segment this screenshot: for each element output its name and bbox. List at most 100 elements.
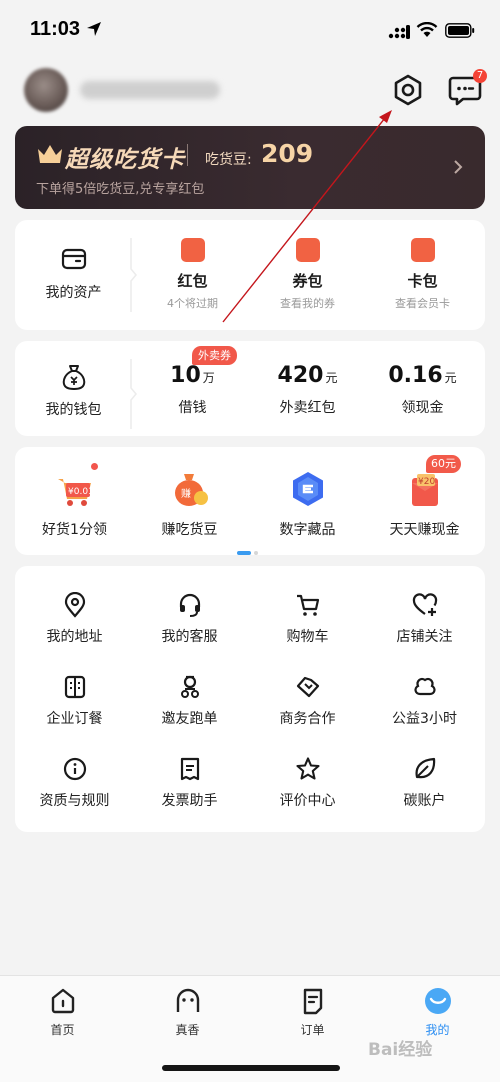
tab-orders[interactable]: 订单: [250, 986, 375, 1038]
home-indicator: [162, 1065, 340, 1071]
coupon-entry[interactable]: 券包 查看我的券: [250, 238, 365, 311]
loan-label: 借钱: [178, 400, 207, 416]
card-pack-entry[interactable]: 卡包 查看会员卡: [365, 238, 480, 311]
promo-tag: 60元: [426, 455, 461, 473]
profile-header: [0, 62, 500, 122]
service-label: 购物车: [286, 629, 329, 645]
service-reviews[interactable]: 评价中心: [250, 756, 365, 810]
service-label: 店铺关注: [396, 629, 453, 645]
my-wallet-entry[interactable]: 我的钱包: [15, 341, 132, 436]
promo-item-digital[interactable]: 数字藏品: [250, 469, 365, 539]
promo-item-beans[interactable]: 赚 赚吃货豆: [132, 469, 247, 539]
my-assets-entry[interactable]: 我的资产: [15, 220, 132, 330]
shopping-cart-icon: [296, 594, 319, 616]
settings-icon[interactable]: [390, 72, 426, 108]
coupon-title: 券包: [292, 272, 323, 290]
avatar[interactable]: [24, 68, 68, 112]
rider-icon: [180, 675, 199, 698]
wallet-card: 我的钱包 外卖券 10 万 借钱 420 元 外卖红包 0.16 元 领现金: [15, 341, 485, 436]
loan-unit: 万: [202, 371, 215, 385]
vip-divider: [187, 144, 188, 166]
card-pack-desc: 查看会员卡: [395, 297, 450, 310]
tab-label: 真香: [175, 1023, 200, 1037]
service-address[interactable]: 我的地址: [17, 592, 132, 646]
tab-zhenxiang[interactable]: 真香: [125, 986, 250, 1038]
waimai-red-packet-label: 外卖红包: [279, 400, 336, 416]
svg-text:赚: 赚: [181, 487, 191, 500]
service-enterprise[interactable]: 企业订餐: [17, 674, 132, 728]
waimai-red-packet-unit: 元: [325, 371, 338, 385]
beans-label: 吃货豆:: [205, 152, 252, 168]
cash-label: 领现金: [401, 400, 444, 416]
money-bag-icon: 赚: [170, 469, 210, 509]
service-cart[interactable]: 购物车: [250, 592, 365, 646]
assets-card: 我的资产 红包 4个将过期 券包 查看我的券 卡包 查看会员卡: [15, 220, 485, 330]
status-time: 11:03: [30, 18, 81, 40]
service-business[interactable]: 商务合作: [250, 674, 365, 728]
coupon-icon: [295, 238, 320, 262]
service-label: 评价中心: [279, 793, 336, 809]
headset-icon: [179, 593, 200, 617]
service-support[interactable]: 我的客服: [132, 592, 247, 646]
service-label: 资质与规则: [39, 793, 110, 809]
service-label: 我的客服: [161, 629, 218, 645]
vip-card[interactable]: 超级吃货卡 吃货豆: 209 下单得5倍吃货豆,兑专享红包: [15, 126, 485, 209]
red-packet-icon: [180, 238, 205, 262]
wifi-icon: [416, 22, 438, 37]
crown-icon: [38, 145, 62, 163]
watermark: Bai经验: [368, 1040, 433, 1060]
service-carbon[interactable]: 碳账户: [367, 756, 482, 810]
service-invoice[interactable]: 发票助手: [132, 756, 247, 810]
username-blurred[interactable]: [80, 81, 220, 99]
cash-envelope-icon: ¥20: [405, 469, 445, 509]
service-label: 公益3小时: [392, 711, 457, 727]
vip-title: 超级吃货卡: [65, 147, 185, 173]
loan-entry[interactable]: 10 万 借钱: [135, 363, 250, 417]
promo-label-beans: 赚吃货豆: [161, 522, 218, 538]
promo-label-digital: 数字藏品: [279, 522, 336, 538]
location-arrow-icon: [87, 22, 101, 36]
status-bar: 11:03: [0, 0, 500, 62]
loan-value: 10: [170, 363, 201, 388]
my-wallet-label: 我的钱包: [45, 402, 102, 418]
service-label: 邀友跑单: [161, 711, 218, 727]
wallet-icon: [61, 248, 87, 270]
battery-icon: [445, 23, 475, 38]
service-invite-rider[interactable]: 邀友跑单: [132, 674, 247, 728]
ghost-icon: [176, 988, 199, 1012]
tab-label: 首页: [50, 1023, 75, 1037]
service-follow[interactable]: 店铺关注: [367, 592, 482, 646]
tab-mine[interactable]: 我的: [375, 986, 500, 1038]
digital-collection-icon: [288, 469, 328, 509]
cash-entry[interactable]: 0.16 元 领现金: [365, 363, 480, 417]
info-icon: [63, 757, 86, 781]
cash-value: 0.16: [388, 363, 443, 388]
service-label: 商务合作: [279, 711, 336, 727]
waimai-red-packet-entry[interactable]: 420 元 外卖红包: [250, 363, 365, 417]
red-packet-title: 红包: [177, 272, 208, 290]
handshake-icon: [296, 676, 319, 698]
service-charity[interactable]: 公益3小时: [367, 674, 482, 728]
heart-plus-icon: [412, 593, 437, 616]
promo-item-cash[interactable]: ¥20 天天赚现金: [367, 469, 482, 539]
page-indicator: [237, 540, 258, 559]
leaf-icon: [414, 757, 435, 779]
profile-face-icon: [424, 988, 451, 1014]
beans-value: 209: [261, 139, 314, 168]
svg-text:¥0.01: ¥0.01: [68, 487, 94, 497]
promo-label-cash: 天天赚现金: [389, 522, 460, 538]
service-label: 企业订餐: [46, 711, 103, 727]
waimai-red-packet-value: 420: [277, 363, 324, 388]
tab-label: 订单: [300, 1023, 325, 1037]
promo-item-goods[interactable]: ¥0.01 好货1分领: [17, 469, 132, 539]
tab-home[interactable]: 首页: [0, 986, 125, 1038]
chevron-right-icon[interactable]: [452, 159, 464, 175]
red-packet-entry[interactable]: 红包 4个将过期: [135, 238, 250, 311]
my-assets-label: 我的资产: [45, 285, 102, 301]
message-badge: 7: [473, 69, 487, 83]
service-rules[interactable]: 资质与规则: [17, 756, 132, 810]
svg-text:¥20: ¥20: [418, 477, 435, 487]
red-packet-desc: 4个将过期: [167, 297, 218, 310]
money-bag-outline-icon: [62, 365, 86, 391]
services-card: 我的地址 我的客服 购物车 店铺关注 企业订餐 邀友跑单 商务合作 公益3小时 …: [15, 566, 485, 832]
